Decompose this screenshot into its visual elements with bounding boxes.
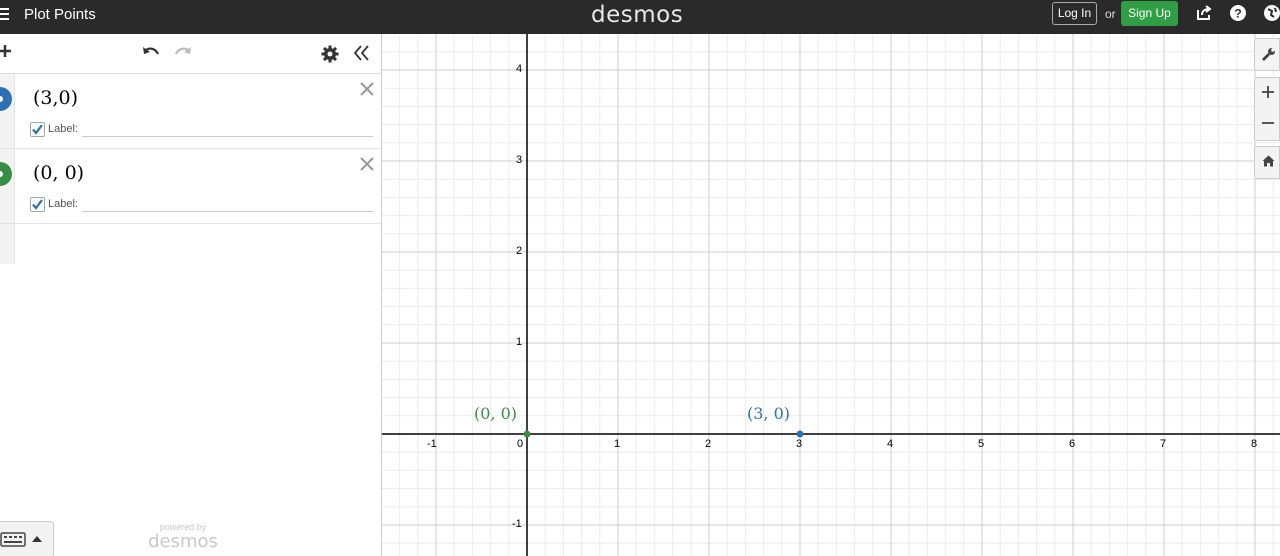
- label-input[interactable]: [82, 194, 373, 212]
- x-tick-label: 5: [978, 438, 985, 450]
- expression-math[interactable]: (0, 0): [33, 162, 84, 184]
- double-chevron-left-icon[interactable]: [352, 44, 370, 62]
- graph-settings-box: [1254, 38, 1280, 71]
- graph-paper[interactable]: -1 0 1 2 3 4 5 6 7 8 4 3 2 1 -1 (3, 0) (0, 0): [382, 34, 1280, 556]
- color-toggle[interactable]: [0, 162, 12, 186]
- x-tick-label: -1: [427, 438, 437, 450]
- expression-panel: (3,0) Label: (0, 0) Label: powered by de…: [0, 34, 382, 556]
- gear-icon[interactable]: [321, 45, 339, 63]
- close-icon[interactable]: [358, 155, 376, 173]
- powered-by-logo: desmos: [148, 531, 218, 552]
- powered-by-desmos[interactable]: powered by desmos: [148, 522, 218, 552]
- plus-icon[interactable]: [1255, 78, 1280, 109]
- x-tick-label: 0: [517, 438, 524, 450]
- y-tick-label: 4: [516, 63, 523, 75]
- plotted-point[interactable]: [796, 430, 804, 438]
- expression-toolbar: [0, 34, 381, 74]
- y-tick-label: 1: [516, 336, 523, 348]
- graph-title[interactable]: Plot Points: [24, 6, 96, 24]
- y-tick-label: -1: [512, 518, 522, 530]
- y-tick-label: 3: [516, 154, 523, 166]
- expression-item[interactable]: (0, 0) Label:: [0, 149, 381, 224]
- color-toggle[interactable]: [0, 87, 12, 111]
- expression-gutter: [0, 74, 15, 148]
- globe-icon[interactable]: [1263, 4, 1280, 22]
- close-icon[interactable]: [358, 80, 376, 98]
- expression-item[interactable]: (3,0) Label:: [0, 74, 381, 149]
- label-checkbox[interactable]: [30, 197, 45, 212]
- x-tick-label: 1: [614, 438, 621, 450]
- label-checkbox[interactable]: [30, 122, 45, 137]
- graph-grid: [382, 34, 1280, 556]
- x-tick-label: 4: [887, 438, 894, 450]
- redo-icon[interactable]: [173, 44, 193, 62]
- label-input[interactable]: [82, 119, 373, 137]
- desmos-app: Plot Points desmos Log In or Sign Up ? (…: [0, 0, 1280, 556]
- plotted-point[interactable]: [523, 430, 531, 438]
- home-box: [1254, 146, 1280, 179]
- x-tick-label: 6: [1069, 438, 1076, 450]
- share-icon[interactable]: [1195, 4, 1213, 22]
- expression-math[interactable]: (3,0): [33, 87, 78, 109]
- login-button[interactable]: Log In: [1052, 2, 1097, 25]
- wrench-icon[interactable]: [1255, 39, 1280, 70]
- zoom-controls: [1254, 77, 1280, 141]
- new-expression-gutter[interactable]: [0, 224, 15, 264]
- hamburger-icon[interactable]: [0, 8, 10, 22]
- top-header: Plot Points desmos Log In or Sign Up ?: [0, 0, 1280, 34]
- label-caption: Label:: [48, 198, 78, 210]
- minus-icon[interactable]: [1255, 109, 1280, 140]
- help-icon[interactable]: ?: [1229, 4, 1247, 22]
- label-caption: Label:: [48, 123, 78, 135]
- x-tick-label: 8: [1251, 438, 1258, 450]
- undo-icon[interactable]: [141, 44, 161, 62]
- x-tick-label: 2: [705, 438, 712, 450]
- y-tick-label: 2: [516, 245, 523, 257]
- point-label[interactable]: (3, 0): [747, 404, 790, 423]
- desmos-logo: desmos: [591, 2, 684, 28]
- x-tick-label: 3: [796, 438, 803, 450]
- x-tick-label: 7: [1160, 438, 1167, 450]
- point-label[interactable]: (0, 0): [474, 404, 517, 423]
- keyboard-icon: [0, 532, 42, 547]
- expression-gutter: [0, 149, 15, 223]
- home-icon[interactable]: [1255, 147, 1280, 178]
- keypad-toggle-button[interactable]: [0, 521, 54, 556]
- plus-icon[interactable]: [0, 44, 12, 58]
- or-text: or: [1105, 7, 1116, 21]
- signup-button[interactable]: Sign Up: [1121, 1, 1178, 26]
- svg-text:?: ?: [1234, 7, 1241, 21]
